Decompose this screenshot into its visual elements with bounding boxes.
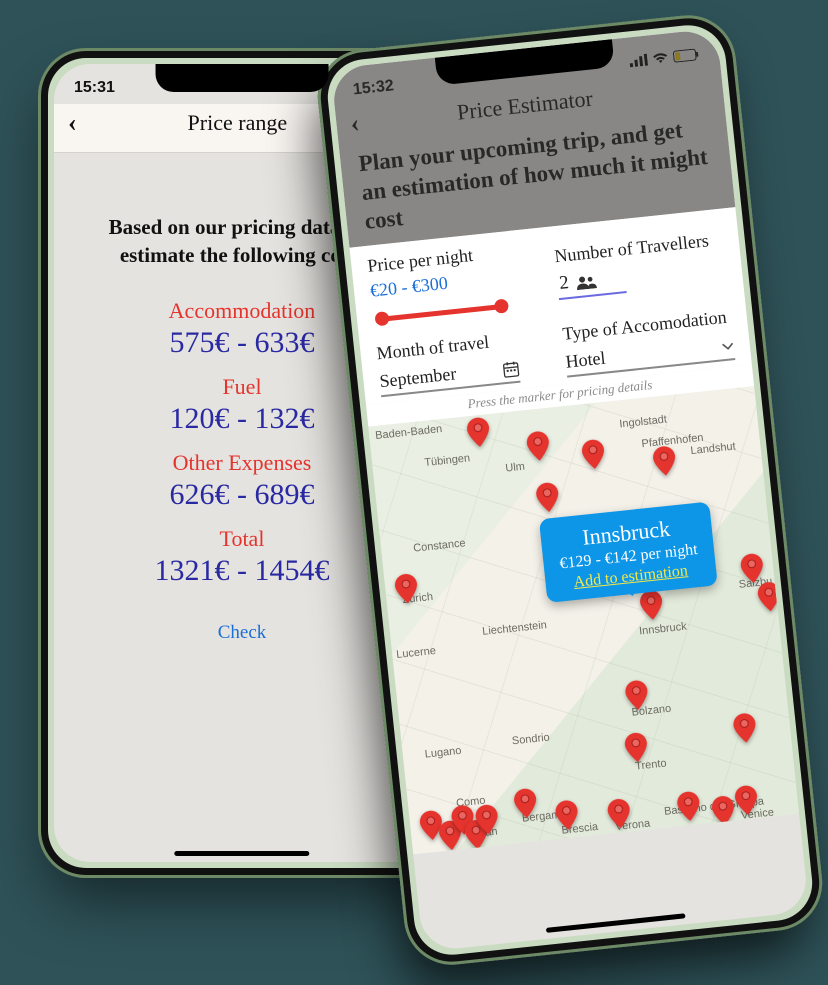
map-pin[interactable] <box>535 482 560 514</box>
home-indicator <box>174 851 309 856</box>
map-pin[interactable] <box>526 430 551 462</box>
travellers-label: Number of Travellers <box>553 229 723 268</box>
map-pin[interactable] <box>466 416 491 448</box>
map-pin[interactable] <box>676 791 701 823</box>
wifi-icon <box>652 51 669 65</box>
map-pin[interactable] <box>581 439 606 471</box>
back-button[interactable]: ‹ <box>349 110 360 137</box>
map-pin[interactable] <box>652 445 677 477</box>
chevron-down-icon <box>721 334 735 356</box>
city-label: Liechtenstein <box>482 619 548 638</box>
status-time: 15:32 <box>352 77 395 99</box>
city-label: Constance <box>413 537 467 554</box>
back-button[interactable]: ‹ <box>68 110 77 136</box>
check-link[interactable]: Check <box>74 622 410 644</box>
city-label: Tübingen <box>424 453 471 470</box>
notch <box>156 64 329 92</box>
map-pin[interactable] <box>734 784 759 816</box>
map-pin[interactable] <box>732 712 757 744</box>
slider-knob-min[interactable] <box>374 311 389 326</box>
city-label: Innsbruck <box>639 621 688 638</box>
people-icon <box>574 269 598 293</box>
city-label: Lugano <box>424 745 462 761</box>
signal-icon <box>629 54 648 68</box>
map-pin[interactable] <box>624 732 649 764</box>
battery-low-icon <box>673 48 700 63</box>
map-pin[interactable] <box>513 788 538 820</box>
city-label: Baden-Baden <box>375 423 443 442</box>
cost-label-total: Total <box>74 526 410 552</box>
map-pin[interactable] <box>757 581 782 613</box>
slider-knob-max[interactable] <box>494 299 509 314</box>
status-time: 15:31 <box>74 79 115 97</box>
map-pin-innsbruck[interactable] <box>639 589 664 621</box>
map-pin[interactable] <box>607 798 632 830</box>
map-pin[interactable] <box>711 795 736 827</box>
map-pin[interactable] <box>394 573 419 605</box>
cost-value-total: 1321€ - 1454€ <box>74 554 410 588</box>
map-pin[interactable] <box>624 679 649 711</box>
map[interactable]: Baden-Baden Tübingen Ulm Ingolstadt Pfaf… <box>368 386 799 854</box>
price-callout: Innsbruck €129 - €142 per night Add to e… <box>539 502 718 603</box>
travellers-count: 2 <box>558 272 570 295</box>
city-label: Sondrio <box>511 732 550 748</box>
city-label: Ulm <box>505 461 526 475</box>
city-label: Ingolstadt <box>619 414 668 431</box>
travellers-field[interactable]: 2 <box>556 264 627 300</box>
month-value: September <box>379 364 458 393</box>
map-pin[interactable] <box>740 553 765 585</box>
calendar-icon <box>502 357 520 380</box>
home-indicator <box>546 913 685 933</box>
map-pin[interactable] <box>475 804 500 836</box>
city-label: Lucerne <box>396 645 437 661</box>
type-value: Hotel <box>565 348 607 373</box>
map-pin[interactable] <box>554 799 579 831</box>
